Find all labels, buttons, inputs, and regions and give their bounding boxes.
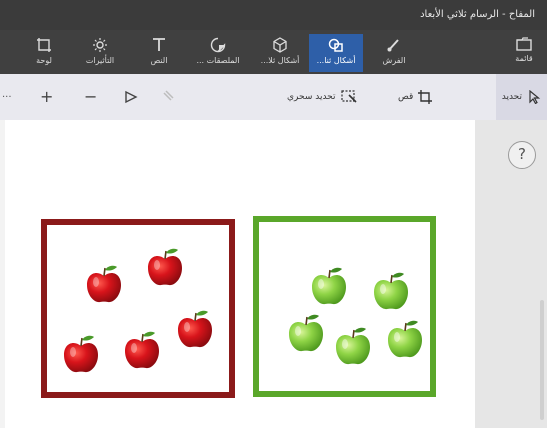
more-button[interactable]: ··· [2, 87, 12, 107]
cube-icon [273, 37, 287, 53]
3d-shapes-label: أشكال ثلا... [260, 56, 300, 65]
play-triangle-icon [125, 90, 138, 104]
text-tool[interactable]: النص [132, 34, 186, 72]
select-label: تحديد [501, 92, 522, 102]
menu-button[interactable]: قائمة [497, 34, 547, 72]
crop-icon [418, 90, 433, 104]
plus-icon: + [40, 87, 54, 106]
stickers-label: الملصقات ... [196, 56, 240, 65]
green-apple[interactable] [310, 266, 348, 306]
red-apple[interactable] [85, 264, 123, 304]
3d-shapes-tool[interactable]: أشكال ثلا... [253, 34, 307, 72]
stickers-tool[interactable]: الملصقات ... [191, 34, 245, 72]
effects-icon [93, 38, 107, 52]
title-bar: المفاح - الرسام ثلاثي الأبعاد [0, 0, 547, 30]
minus-icon: − [84, 87, 98, 106]
view-3d-button[interactable] [124, 87, 138, 107]
vertical-scrollbar[interactable] [540, 300, 544, 420]
green-apple[interactable] [386, 319, 424, 359]
zoom-out-button[interactable]: − [84, 87, 97, 107]
brushes-label: الفرش [382, 56, 406, 65]
green-apple[interactable] [372, 271, 410, 311]
canvas-icon [37, 38, 51, 52]
text-label: النص [150, 56, 168, 65]
effects-label: التأثيرات [85, 56, 115, 65]
side-panel [475, 120, 547, 428]
text-icon [153, 38, 165, 51]
green-apple[interactable] [287, 313, 325, 353]
window-title: المفاح - الرسام ثلاثي الأبعاد [420, 9, 535, 20]
crop-label: قص [398, 92, 414, 102]
red-apple[interactable] [62, 334, 100, 374]
sticker-icon [210, 37, 226, 53]
magic-select-icon [340, 90, 357, 103]
redo-icon [163, 90, 174, 101]
brush-icon [387, 39, 399, 52]
brushes-tool[interactable]: الفرش [367, 34, 421, 72]
command-bar: تحديد قص تحديد سحري − + ··· [0, 74, 547, 120]
zoom-in-button[interactable]: + [40, 87, 53, 107]
red-apple[interactable] [123, 330, 161, 370]
select-cursor-icon [529, 90, 541, 104]
shapes-2d-icon [328, 38, 343, 52]
2d-shapes-label: أشكال ثنا... [316, 56, 356, 65]
red-apple[interactable] [176, 309, 214, 349]
ribbon-toolbar: قائمة الفرش أشكال ثنا... أشكال ثلا... ال… [0, 30, 547, 74]
canvas-label: لوحة [36, 56, 52, 65]
menu-label: قائمة [515, 54, 533, 63]
effects-tool[interactable]: التأثيرات [73, 34, 127, 72]
canvas-tool[interactable]: لوحة [17, 34, 71, 72]
magic-select-button[interactable]: تحديد سحري [287, 87, 357, 107]
crop-button[interactable]: قص [398, 87, 433, 107]
magic-select-label: تحديد سحري [287, 92, 336, 102]
folder-icon [516, 37, 532, 51]
green-apple[interactable] [334, 326, 372, 366]
select-button[interactable]: تحديد [495, 74, 547, 120]
more-icon: ··· [2, 91, 12, 103]
help-button[interactable]: ? [508, 141, 536, 169]
2d-shapes-tool[interactable]: أشكال ثنا... [309, 34, 363, 72]
red-apple[interactable] [146, 247, 184, 287]
redo-button[interactable] [160, 87, 174, 107]
